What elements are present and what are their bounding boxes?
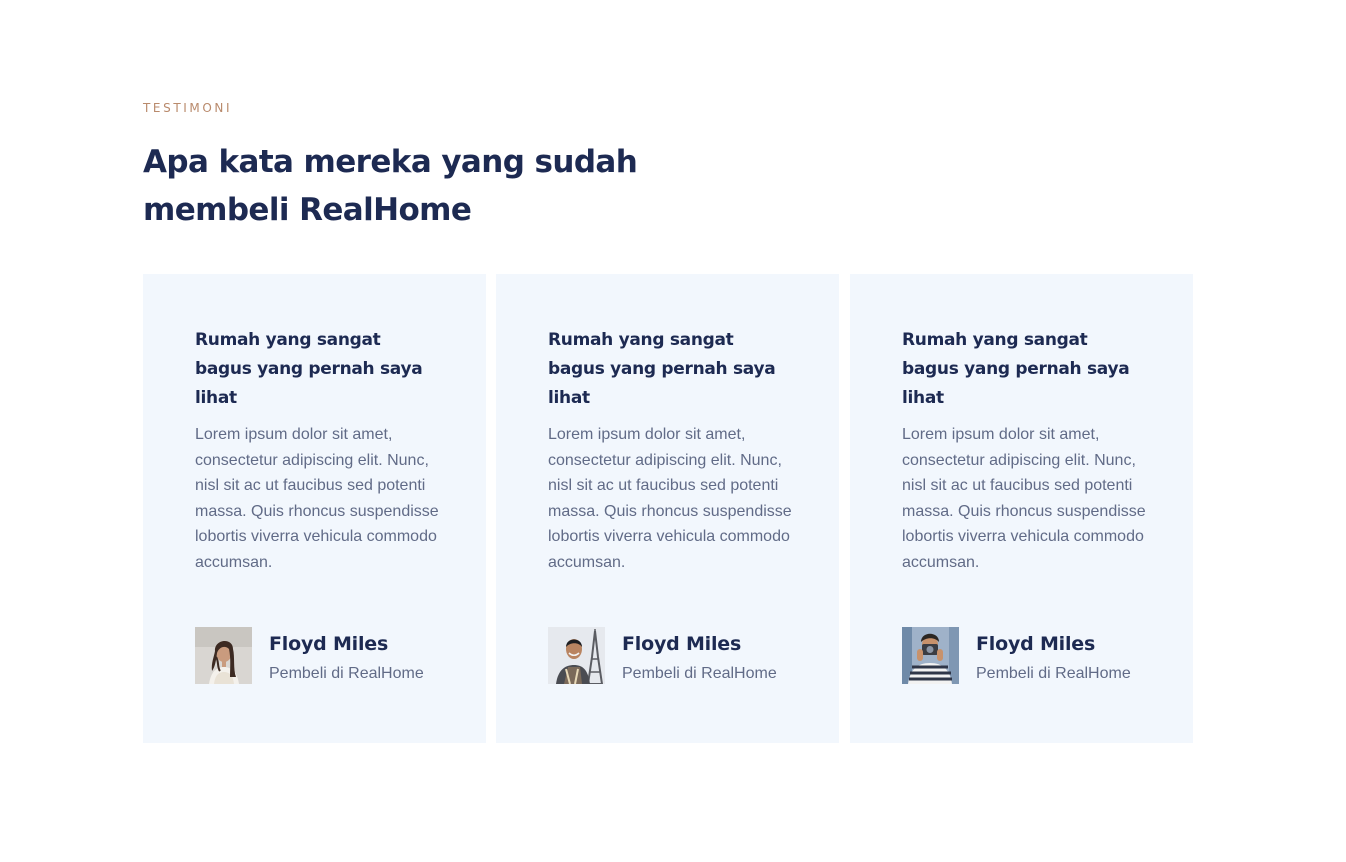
testimonial-card: Rumah yang sangat bagus yang pernah saya… [143, 274, 486, 743]
author-role: Pembeli di RealHome [269, 665, 424, 682]
testimonial-cards: Rumah yang sangat bagus yang pernah saya… [143, 274, 1193, 743]
testimonial-text: Lorem ipsum dolor sit amet, consectetur … [902, 426, 1146, 571]
testimonial-text: Lorem ipsum dolor sit amet, consectetur … [548, 426, 792, 571]
section-eyebrow: TESTIMONI [143, 101, 233, 115]
section-heading: Apa kata mereka yang sudah membeli RealH… [143, 144, 638, 228]
testimonial-text: Lorem ipsum dolor sit amet, consectetur … [195, 426, 439, 571]
author-name: Floyd Miles [622, 633, 742, 655]
author-name: Floyd Miles [269, 633, 389, 655]
author-role: Pembeli di RealHome [976, 665, 1131, 682]
woman-photo-avatar [195, 627, 252, 684]
testimonial-title: Rumah yang sangat bagus yang pernah saya… [548, 330, 776, 408]
testimonial-author: Floyd Miles Pembeli di RealHome [902, 627, 1162, 684]
testimonial-card: Rumah yang sangat bagus yang pernah saya… [850, 274, 1193, 743]
testimonial-title: Rumah yang sangat bagus yang pernah saya… [195, 330, 423, 408]
man-eiffel-tower-photo-avatar [548, 627, 605, 684]
testimonial-title: Rumah yang sangat bagus yang pernah saya… [902, 330, 1130, 408]
man-with-camera-photo-avatar [902, 627, 959, 684]
testimonial-author: Floyd Miles Pembeli di RealHome [548, 627, 808, 684]
testimonial-author: Floyd Miles Pembeli di RealHome [195, 627, 455, 684]
author-name: Floyd Miles [976, 633, 1096, 655]
author-role: Pembeli di RealHome [622, 665, 777, 682]
testimonial-card: Rumah yang sangat bagus yang pernah saya… [496, 274, 839, 743]
